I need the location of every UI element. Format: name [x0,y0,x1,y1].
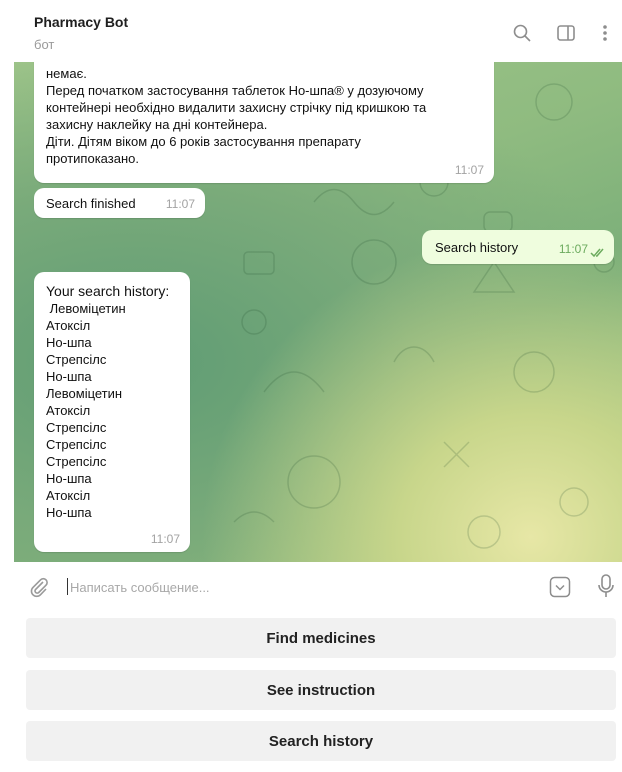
microphone-icon[interactable] [596,573,616,599]
history-item: Но-шпа [46,471,92,486]
message-text-line: захисну наклейку на дні контейнера. [46,117,268,132]
search-history-button[interactable]: Search history [26,721,616,761]
history-item: Стрепсілс [46,437,107,452]
message-text: Search finished [46,196,136,211]
chat-header: Pharmacy Bot бот [14,0,622,62]
message-time: 11:07 [165,197,195,211]
history-item: Левоміцетин [46,386,123,401]
chat-title[interactable]: Pharmacy Bot [34,14,128,30]
message-input[interactable] [70,577,540,597]
chat-subtitle: бот [34,37,55,52]
text-cursor [67,578,68,595]
history-item: Но-шпа [46,505,92,520]
telegram-chat-window: Pharmacy Bot бот немає. Перед початком з… [14,0,622,772]
message-time: 11:07 [558,242,588,256]
message-time: 11:07 [454,163,484,177]
history-header: Your search history: [46,283,170,299]
message-text-line: протипоказано. [46,151,139,166]
message-text-line: контейнері необхідно видалити захисну ст… [46,100,427,115]
find-medicines-button[interactable]: Find medicines [26,618,616,658]
message-composer [14,562,622,612]
message-bubble-instruction[interactable]: немає. Перед початком застосування табле… [34,62,494,183]
history-item: Левоміцетин [46,301,126,316]
message-bubble-outgoing[interactable]: Search history 11:07 [422,230,614,264]
chat-history[interactable]: немає. Перед початком застосування табле… [14,62,622,562]
message-text: Search history [435,240,519,255]
message-bubble-history[interactable]: Your search history: Левоміцетин Атоксіл… [34,272,190,552]
message-text-line: Перед початком застосування таблеток Но-… [46,83,424,98]
history-item: Атоксіл [46,318,91,333]
paperclip-icon[interactable] [28,576,50,598]
history-item: Стрепсілс [46,454,107,469]
message-text-line: немає. [46,66,87,81]
read-checkmarks-icon [590,248,604,258]
see-instruction-button[interactable]: See instruction [26,670,616,710]
sidebar-toggle-icon[interactable] [555,22,577,44]
message-bubble-search-finished[interactable]: Search finished 11:07 [34,188,205,218]
history-item: Стрепсілс [46,420,107,435]
message-text-line: Діти. Дітям віком до 6 років застосуванн… [46,134,361,149]
history-item: Атоксіл [46,403,91,418]
search-icon[interactable] [511,22,533,44]
history-item: Но-шпа [46,335,92,350]
bot-keyboard-icon[interactable] [548,575,572,599]
message-time: 11:07 [150,532,180,546]
more-vertical-icon[interactable] [594,22,616,44]
history-item: Но-шпа [46,369,92,384]
history-item: Стрепсілс [46,352,107,367]
history-item: Атоксіл [46,488,91,503]
